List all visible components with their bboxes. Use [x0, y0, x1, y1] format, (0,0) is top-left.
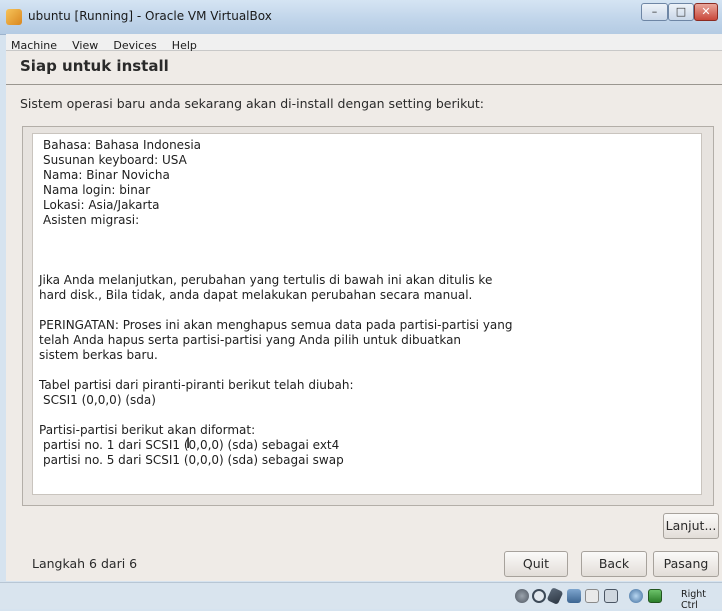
close-button[interactable]: ✕ — [694, 3, 718, 21]
quit-button[interactable]: Quit — [504, 551, 568, 577]
summary-login: Nama login: binar — [43, 183, 151, 197]
hdd-icon[interactable] — [515, 589, 529, 603]
menu-machine[interactable]: Machine — [6, 38, 62, 52]
mouse-integration-icon[interactable] — [629, 589, 643, 603]
maximize-button[interactable]: □ — [668, 3, 694, 21]
summary-migration: Asisten migrasi: — [43, 213, 140, 227]
network-icon[interactable] — [567, 589, 581, 603]
summary-name: Nama: Binar Novicha — [43, 168, 170, 182]
warning-line: telah Anda hapus serta partisi-partisi y… — [39, 333, 462, 347]
format-item: partisi no. 5 dari SCSI1 (0,0,0) (sda) s… — [43, 453, 344, 467]
notice-line: Jika Anda melanjutkan, perubahan yang te… — [39, 273, 493, 287]
warning-line: PERINGATAN: Proses ini akan menghapus se… — [39, 318, 513, 332]
advanced-button[interactable]: Lanjut... — [663, 513, 719, 539]
minimize-icon: – — [651, 5, 658, 18]
maximize-icon: □ — [675, 5, 687, 18]
minimize-button[interactable]: – — [641, 3, 668, 21]
window-title-bar[interactable]: ubuntu [Running] - Oracle VM VirtualBox … — [0, 0, 722, 35]
host-key-icon — [648, 589, 662, 603]
menu-view[interactable]: View — [67, 38, 103, 52]
display-icon[interactable] — [604, 589, 618, 603]
app-icon — [6, 9, 22, 25]
summary-text-area[interactable]: Bahasa: Bahasa Indonesia Susunan keyboar… — [32, 133, 702, 495]
cd-icon[interactable] — [532, 589, 546, 603]
title-divider — [6, 84, 722, 85]
text-cursor-icon: I — [186, 436, 191, 452]
summary-location: Lokasi: Asia/Jakarta — [43, 198, 160, 212]
summary-panel: Bahasa: Bahasa Indonesia Susunan keyboar… — [22, 126, 714, 506]
partition-table-item: SCSI1 (0,0,0) (sda) — [43, 393, 156, 407]
menu-help[interactable]: Help — [167, 38, 202, 52]
format-item: partisi no. 1 dari SCSI1 (0,0,0) (sda) s… — [43, 438, 340, 452]
shared-folder-icon[interactable] — [585, 589, 599, 603]
page-subtitle: Sistem operasi baru anda sekarang akan d… — [20, 96, 484, 111]
back-button[interactable]: Back — [581, 551, 647, 577]
install-button[interactable]: Pasang — [653, 551, 719, 577]
window-title: ubuntu [Running] - Oracle VM VirtualBox — [28, 9, 272, 23]
menu-devices[interactable]: Devices — [108, 38, 161, 52]
status-bar: Right Ctrl — [0, 582, 722, 611]
summary-language: Bahasa: Bahasa Indonesia — [43, 138, 202, 152]
usb-icon[interactable] — [546, 587, 564, 605]
guest-display: Siap untuk install Sistem operasi baru a… — [6, 51, 722, 581]
page-title: Siap untuk install — [20, 57, 169, 75]
partition-table-heading: Tabel partisi dari piranti-piranti berik… — [39, 378, 354, 392]
summary-keyboard: Susunan keyboard: USA — [43, 153, 187, 167]
menu-bar: Machine View Devices Help — [6, 34, 722, 52]
step-indicator: Langkah 6 dari 6 — [32, 556, 138, 571]
format-heading: Partisi-partisi berikut akan diformat: — [39, 423, 256, 437]
warning-line: sistem berkas baru. — [39, 348, 158, 362]
notice-line: hard disk., Bila tidak, anda dapat melak… — [39, 288, 473, 302]
close-icon: ✕ — [701, 5, 711, 18]
